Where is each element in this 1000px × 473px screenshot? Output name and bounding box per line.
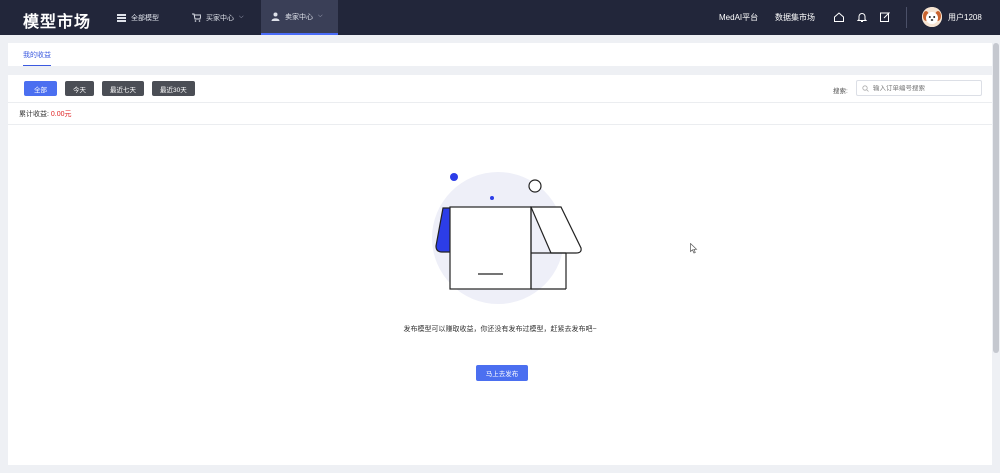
home-icon[interactable] <box>833 11 845 23</box>
nav-all-models-label: 全部模型 <box>131 14 159 22</box>
nav-all-models[interactable]: 全部模型 <box>117 0 159 35</box>
empty-state-message: 发布模型可以赚取收益，你还没有发布过模型，赶紧去发布吧~ <box>403 326 597 333</box>
grid-icon <box>117 13 126 22</box>
bell-icon[interactable] <box>856 11 868 23</box>
dog-avatar-icon <box>922 7 942 27</box>
tab-my-earnings[interactable]: 我的收益 <box>23 50 51 66</box>
search-icon <box>862 84 869 92</box>
search-input[interactable] <box>873 84 973 92</box>
top-nav: 模型市场 全部模型 买家中心 ⌵ 卖家中心 ⌵ MedAI平台 数据集市场 用户… <box>0 0 1000 35</box>
link-medai-platform[interactable]: MedAI平台 <box>719 12 758 23</box>
nav-divider <box>906 7 907 28</box>
earnings-label: 累计收益: <box>19 111 49 118</box>
user-icon <box>271 12 280 21</box>
filter-today-button[interactable]: 今天 <box>65 81 94 96</box>
total-earnings: 累计收益: 0.00元 <box>19 109 72 119</box>
divider <box>8 124 992 125</box>
divider <box>8 102 992 103</box>
search-label: 搜索: <box>833 88 848 95</box>
empty-box-illustration <box>432 172 582 304</box>
username[interactable]: 用户1208 <box>948 12 982 23</box>
filter-7days-button[interactable]: 最近七天 <box>102 81 144 96</box>
date-filters: 全部 今天 最近七天 最近30天 <box>24 81 195 96</box>
nav-seller-center[interactable]: 卖家中心 ⌵ <box>261 0 338 35</box>
tab-bar: 我的收益 <box>8 43 992 66</box>
filter-30days-button[interactable]: 最近30天 <box>152 81 195 96</box>
avatar[interactable] <box>922 7 942 27</box>
link-dataset-market[interactable]: 数据集市场 <box>775 12 815 23</box>
filter-all-button[interactable]: 全部 <box>24 81 57 96</box>
cart-icon <box>192 13 201 22</box>
brand-title[interactable]: 模型市场 <box>23 8 91 32</box>
nav-buyer-center-label: 买家中心 <box>206 14 234 22</box>
mouse-cursor-icon <box>690 243 698 254</box>
main-panel: 全部 今天 最近七天 最近30天 搜索: 累计收益: 0.00元 发布模型可以赚… <box>8 75 992 465</box>
edit-icon[interactable] <box>879 11 891 23</box>
nav-seller-center-label: 卖家中心 <box>285 13 313 21</box>
earnings-value: 0.00元 <box>50 111 72 118</box>
chevron-down-icon: ⌵ <box>239 14 244 20</box>
scrollbar[interactable] <box>993 43 999 353</box>
publish-now-button[interactable]: 马上去发布 <box>476 365 528 381</box>
chevron-down-icon: ⌵ <box>318 13 323 19</box>
search-box[interactable] <box>856 80 982 96</box>
nav-buyer-center[interactable]: 买家中心 ⌵ <box>192 0 244 35</box>
